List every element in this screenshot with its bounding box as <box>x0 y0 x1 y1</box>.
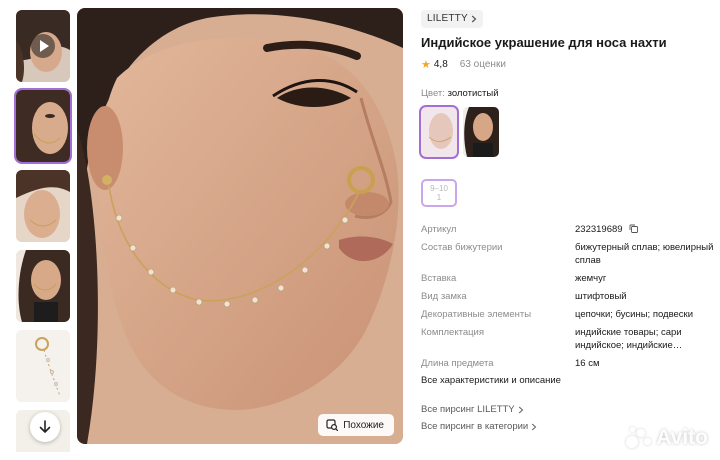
all-brand-link[interactable]: Все пирсинг LILETTY <box>421 404 537 415</box>
spec-key: Комплектация <box>421 326 485 338</box>
spec-key: Длина предмета <box>421 357 494 369</box>
swatch-gold-image <box>421 106 457 157</box>
chevron-right-icon <box>518 406 523 413</box>
spec-value: штифтовый <box>575 290 627 302</box>
thumbnail-video[interactable] <box>16 10 70 82</box>
play-icon <box>31 34 55 58</box>
brand-name: LILETTY <box>427 13 468 24</box>
category-links: Все пирсинг LILETTY Все пирсинг в катего… <box>421 404 537 432</box>
similar-button-label: Похожие <box>343 419 384 431</box>
thumbnail-strip <box>14 8 72 452</box>
spec-row: Вставка жемчуг <box>421 272 717 285</box>
similar-button[interactable]: Похожие <box>318 414 394 436</box>
spec-row: Вид замка штифтовый <box>421 290 717 303</box>
spec-row: Декоративные элементы цепочки; бусины; п… <box>421 308 717 321</box>
size-option[interactable]: 9–10 1 <box>421 178 457 207</box>
color-swatch-gold[interactable] <box>419 104 459 159</box>
spec-key: Состав бижутерии <box>421 241 503 253</box>
rating-value: 4,8 <box>433 58 448 70</box>
thumbnail-3-image <box>16 170 70 242</box>
color-value: золотистый <box>447 87 499 99</box>
specs-list: Артикул 232319689 Состав бижутерии бижут… <box>421 223 717 386</box>
all-brand-link-label: Все пирсинг LILETTY <box>421 404 515 415</box>
spec-value: бижутерный сплав; ювелирный сплав <box>575 241 714 266</box>
spec-key: Декоративные элементы <box>421 308 532 320</box>
article-number: 232319689 <box>575 223 623 235</box>
spec-row: Длина предмета 16 см <box>421 357 717 370</box>
chevron-right-icon <box>471 15 477 22</box>
spec-key: Артикул <box>421 223 457 235</box>
all-category-link[interactable]: Все пирсинг в категории <box>421 421 537 432</box>
avito-watermark: Avito <box>626 426 708 450</box>
spec-value: жемчуг <box>575 272 607 284</box>
size-option-line2: 1 <box>436 192 442 202</box>
rating-row: ★ 4,8 63 оценки <box>421 58 717 71</box>
main-product-image[interactable]: Похожие <box>77 8 403 444</box>
avito-logo-icon <box>626 427 652 449</box>
reviews-link[interactable]: 63 оценки <box>460 59 506 70</box>
all-category-link-label: Все пирсинг в категории <box>421 421 529 432</box>
thumbnail-4-image <box>16 250 70 322</box>
spec-key: Вставка <box>421 272 457 284</box>
arrow-down-icon <box>39 420 51 433</box>
watermark-text: Avito <box>656 426 708 449</box>
color-label-key: Цвет: <box>421 87 445 99</box>
size-option-line1: 9–10 <box>430 183 448 193</box>
spec-value: 232319689 <box>575 223 715 236</box>
thumbnail-5[interactable] <box>16 330 70 402</box>
brand-link[interactable]: LILETTY <box>421 9 483 28</box>
copy-icon[interactable] <box>629 224 639 234</box>
color-label: Цвет: золотистый <box>421 88 717 99</box>
all-characteristics-link[interactable]: Все характеристики и описание <box>421 375 717 386</box>
thumbnail-5-image <box>16 330 70 402</box>
thumbnail-2-image <box>16 90 70 162</box>
product-info-panel: LILETTY Индийское украшение для носа нах… <box>419 8 717 432</box>
product-title: Индийское украшение для носа нахти <box>421 34 667 50</box>
spec-row: Артикул 232319689 <box>421 223 717 236</box>
spec-key: Вид замка <box>421 290 467 302</box>
scroll-down-button[interactable] <box>30 412 60 442</box>
model-photo <box>77 8 403 444</box>
thumbnail-3[interactable] <box>16 170 70 242</box>
star-icon: ★ <box>421 58 431 71</box>
color-swatch-2[interactable] <box>463 106 499 157</box>
image-search-icon <box>326 419 339 431</box>
spec-value: индийские товары; сари индийское; индийс… <box>575 326 683 351</box>
thumbnail-4[interactable] <box>16 250 70 322</box>
spec-value: 16 см <box>575 357 600 369</box>
thumbnail-2[interactable] <box>14 88 72 164</box>
chevron-right-icon <box>532 423 537 430</box>
spec-row: Состав бижутерии бижутерный сплав; ювели… <box>421 241 717 267</box>
swatch-2-image <box>463 106 499 157</box>
spec-value: цепочки; бусины; подвески <box>575 308 694 320</box>
color-swatches <box>419 104 717 159</box>
spec-row: Комплектация индийские товары; сари инди… <box>421 326 717 352</box>
